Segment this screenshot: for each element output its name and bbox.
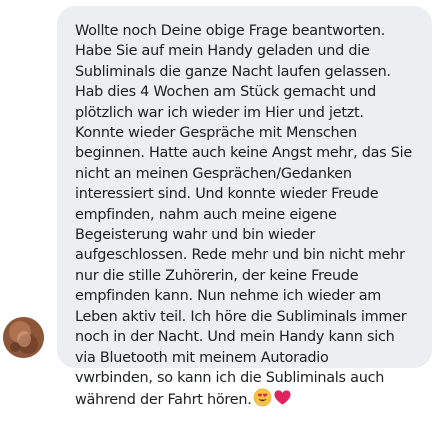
chat-thread: Wollte noch Deine obige Frage beantworte… [0,0,444,428]
message-bubble[interactable]: Wollte noch Deine obige Frage beantworte… [57,6,432,408]
message-body: Wollte noch Deine obige Frage beantworte… [75,23,412,409]
heart-eyes-emoji-icon [253,388,272,413]
red-heart-emoji-icon [273,388,292,413]
sender-avatar[interactable] [3,317,44,358]
message-text: Wollte noch Deine obige Frage beantworte… [75,21,412,414]
